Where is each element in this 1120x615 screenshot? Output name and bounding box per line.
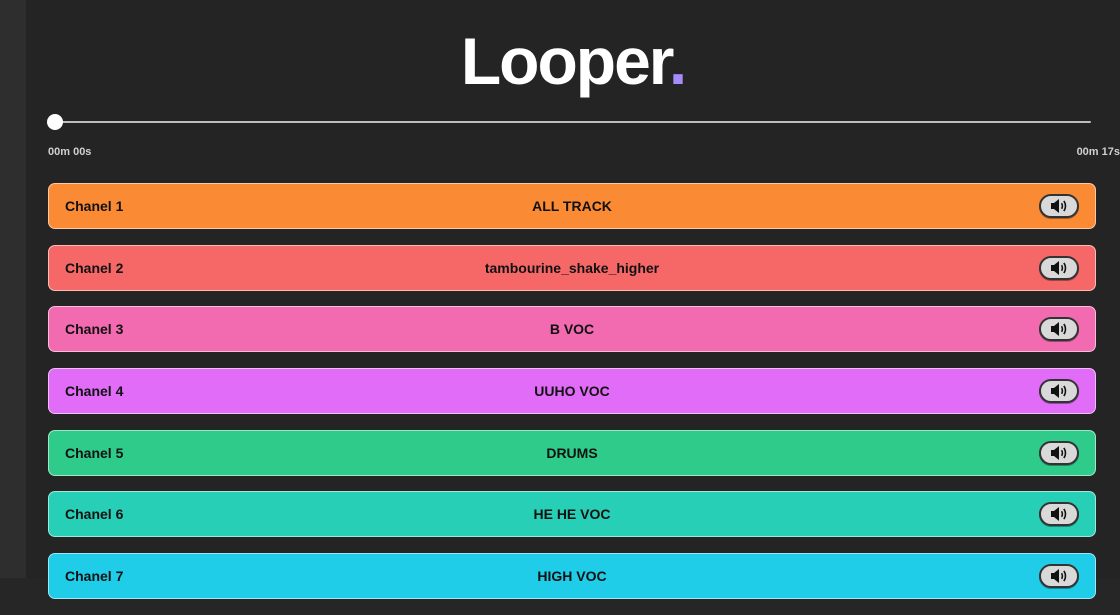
left-sidebar-strip (0, 0, 26, 578)
channel-track-name: UUHO VOC (534, 383, 610, 400)
speaker-icon (1051, 199, 1067, 213)
channel-name: Chanel 4 (65, 383, 124, 400)
channel-track-name: DRUMS (546, 444, 598, 461)
looper-app: Looper. 00m 00s 00m 17s Chanel 1 ALL TRA… (26, 0, 1120, 600)
progress-slider-thumb[interactable] (47, 114, 63, 130)
channel-track-name: ALL TRACK (532, 198, 612, 214)
app-title-text: Looper (460, 24, 671, 98)
current-time: 00m 00s (48, 146, 92, 158)
speaker-icon (1051, 507, 1067, 522)
channel-name: Chanel 1 (65, 198, 124, 214)
mute-button[interactable] (1039, 255, 1079, 280)
channel-list: Chanel 1 ALL TRACK Chanel 2 tambourine_s… (48, 183, 1096, 615)
speaker-icon (1051, 260, 1067, 275)
channel-track-name: tambourine_shake_higher (484, 259, 660, 276)
mute-button[interactable] (1039, 317, 1079, 342)
mute-button[interactable] (1039, 194, 1079, 218)
channel-track-name: HE HE VOC (533, 506, 611, 523)
channel-row-6: Chanel 6 HE HE VOC (48, 491, 1096, 538)
channel-name: Chanel 2 (65, 259, 124, 276)
mute-button[interactable] (1039, 564, 1079, 589)
channel-track-name: HIGH VOC (537, 568, 607, 585)
app-title: Looper. (26, 22, 1120, 100)
app-title-dot: . (668, 24, 687, 98)
channel-row-4: Chanel 4 UUHO VOC (48, 368, 1096, 415)
channel-name: Chanel 6 (65, 506, 124, 523)
channel-name: Chanel 3 (65, 321, 124, 338)
channel-name: Chanel 7 (65, 568, 124, 585)
channel-track-name: B VOC (549, 321, 595, 338)
channel-row-1: Chanel 1 ALL TRACK (48, 183, 1096, 229)
mute-button[interactable] (1039, 502, 1079, 527)
channel-name: Chanel 5 (65, 444, 124, 461)
speaker-icon (1051, 384, 1067, 399)
speaker-icon (1051, 322, 1067, 337)
channel-row-2: Chanel 2 tambourine_shake_higher (48, 244, 1096, 291)
mute-button[interactable] (1039, 379, 1079, 404)
channel-row-7: Chanel 7 HIGH VOC (48, 553, 1096, 600)
total-time: 00m 17s (1076, 146, 1120, 158)
progress-slider-track[interactable] (55, 121, 1091, 123)
channel-row-5: Chanel 5 DRUMS (48, 429, 1096, 476)
mute-button[interactable] (1039, 440, 1079, 465)
channel-row-3: Chanel 3 B VOC (48, 306, 1096, 353)
speaker-icon (1051, 569, 1067, 584)
speaker-icon (1051, 445, 1067, 460)
